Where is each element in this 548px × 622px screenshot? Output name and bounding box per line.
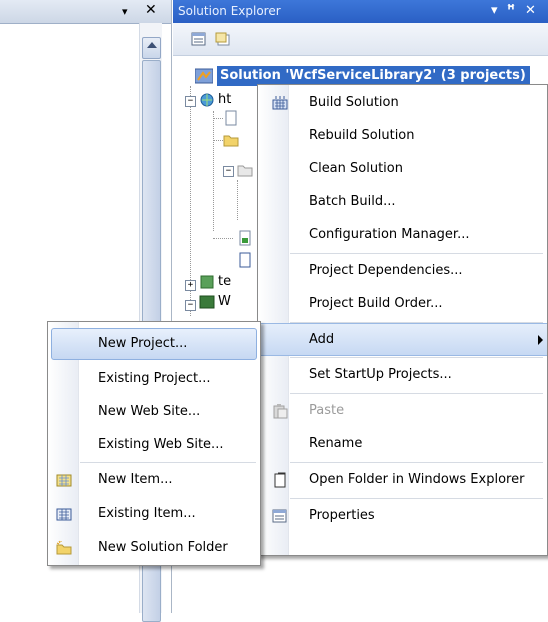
solution-explorer-close-icon[interactable]: ✕ — [525, 3, 536, 18]
existing-item-icon — [56, 508, 72, 521]
menu-item-project-build-order[interactable]: Project Build Order... — [258, 288, 547, 320]
menu-item-batch-build[interactable]: Batch Build... — [258, 186, 547, 218]
menu-separator — [290, 393, 543, 394]
csharp-project-icon — [199, 295, 215, 309]
menu-item-label: Set StartUp Projects... — [309, 367, 452, 382]
tree-collapse-icon[interactable]: − — [185, 300, 196, 311]
submenu-item-new-project[interactable]: New Project... — [51, 328, 257, 360]
properties-icon — [272, 509, 287, 523]
file-icon — [239, 252, 251, 268]
menu-item-label: Build Solution — [309, 95, 399, 110]
new-solution-folder-icon — [56, 540, 72, 555]
menu-item-set-startup-projects[interactable]: Set StartUp Projects... — [258, 359, 547, 391]
open-folder-icon — [274, 472, 286, 488]
paste-icon — [273, 404, 288, 419]
menu-item-clean-solution[interactable]: Clean Solution — [258, 153, 547, 185]
menu-item-label: New Project... — [98, 336, 188, 351]
scroll-up-arrow-icon — [147, 42, 157, 48]
menu-item-label: Rebuild Solution — [309, 128, 415, 143]
new-item-icon — [56, 474, 72, 487]
menu-item-label: Project Dependencies... — [309, 263, 463, 278]
menu-item-label: Clean Solution — [309, 161, 403, 176]
submenu-item-new-solution-folder[interactable]: New Solution Folder — [48, 531, 260, 565]
folder-icon — [237, 165, 253, 177]
left-pane-header: ▾ ✕ — [0, 0, 171, 24]
menu-item-label: Batch Build... — [309, 194, 396, 209]
tree-collapse-icon[interactable]: − — [185, 96, 196, 107]
tree-guide-line — [237, 180, 238, 220]
menu-item-rename[interactable]: Rename — [258, 428, 547, 460]
tree-node-label[interactable]: W — [218, 294, 231, 309]
menu-item-label: Existing Web Site... — [98, 437, 224, 452]
solution-icon — [195, 68, 213, 84]
menu-separator — [290, 462, 543, 463]
solution-explorer-titlebar: Solution Explorer ▾ ꟸ ✕ — [173, 0, 548, 23]
menu-item-label: Open Folder in Windows Explorer — [309, 472, 525, 487]
scroll-up-button[interactable] — [142, 37, 161, 59]
tree-branch — [213, 140, 223, 141]
menu-item-label: Properties — [309, 508, 375, 523]
tree-branch — [213, 118, 223, 119]
submenu-item-existing-item[interactable]: Existing Item... — [48, 497, 260, 531]
submenu-item-new-web-site[interactable]: New Web Site... — [48, 395, 260, 429]
solution-explorer-toolbar — [173, 23, 548, 56]
menu-item-paste[interactable]: Paste — [258, 395, 547, 427]
tree-node-label[interactable]: te — [218, 274, 231, 289]
submenu-arrow-icon — [538, 335, 543, 345]
properties-icon[interactable] — [191, 31, 207, 47]
menu-item-label: New Item... — [98, 472, 173, 487]
window-position-chevron-icon[interactable]: ▾ — [491, 3, 498, 18]
menu-item-label: Rename — [309, 436, 363, 451]
menu-separator — [290, 498, 543, 499]
menu-item-add[interactable]: Add — [258, 323, 547, 356]
tree-collapse-icon[interactable]: − — [223, 166, 234, 177]
menu-item-properties[interactable]: Properties — [258, 500, 547, 532]
show-all-files-icon[interactable] — [215, 31, 231, 47]
add-submenu: New Project... Existing Project... New W… — [47, 321, 261, 566]
menu-item-label: Configuration Manager... — [309, 227, 470, 242]
menu-item-label: Add — [309, 332, 335, 347]
build-solution-icon — [272, 96, 288, 110]
pane-close-icon[interactable]: ✕ — [145, 2, 157, 18]
tree-expand-icon[interactable]: + — [185, 280, 196, 291]
menu-item-label: Paste — [309, 403, 345, 418]
solution-explorer-title: Solution Explorer — [178, 4, 281, 18]
menu-separator — [290, 253, 543, 254]
solution-context-menu: Build Solution Rebuild Solution Clean So… — [257, 84, 548, 556]
solution-label: Solution 'WcfServiceLibrary2' (3 project… — [217, 66, 530, 86]
menu-item-label: New Solution Folder — [98, 540, 228, 555]
auto-hide-pin-icon[interactable]: ꟸ — [507, 3, 515, 18]
menu-item-label: Existing Project... — [98, 371, 211, 386]
submenu-item-existing-project[interactable]: Existing Project... — [48, 362, 260, 396]
menu-separator — [290, 357, 543, 358]
menu-item-label: Project Build Order... — [309, 296, 443, 311]
tree-guide-line — [213, 111, 214, 231]
tree-branch — [213, 238, 233, 239]
menu-item-project-dependencies[interactable]: Project Dependencies... — [258, 255, 547, 287]
pane-options-chevron-icon[interactable]: ▾ — [122, 5, 128, 18]
submenu-item-existing-web-site[interactable]: Existing Web Site... — [48, 428, 260, 462]
solution-node[interactable]: Solution 'WcfServiceLibrary2' (3 project… — [187, 66, 547, 86]
menu-item-build-solution[interactable]: Build Solution — [258, 87, 547, 119]
tree-node-label[interactable]: ht — [218, 92, 231, 107]
menu-item-open-folder-in-explorer[interactable]: Open Folder in Windows Explorer — [258, 464, 547, 496]
folder-icon — [223, 135, 239, 147]
submenu-item-new-item[interactable]: New Item... — [48, 463, 260, 497]
web-project-icon — [200, 93, 214, 107]
test-project-icon — [200, 275, 214, 289]
menu-item-rebuild-solution[interactable]: Rebuild Solution — [258, 120, 547, 152]
file-icon — [225, 110, 237, 126]
menu-item-configuration-manager[interactable]: Configuration Manager... — [258, 219, 547, 251]
menu-item-label: New Web Site... — [98, 404, 201, 419]
menu-item-label: Existing Item... — [98, 506, 196, 521]
code-file-icon — [239, 230, 251, 246]
